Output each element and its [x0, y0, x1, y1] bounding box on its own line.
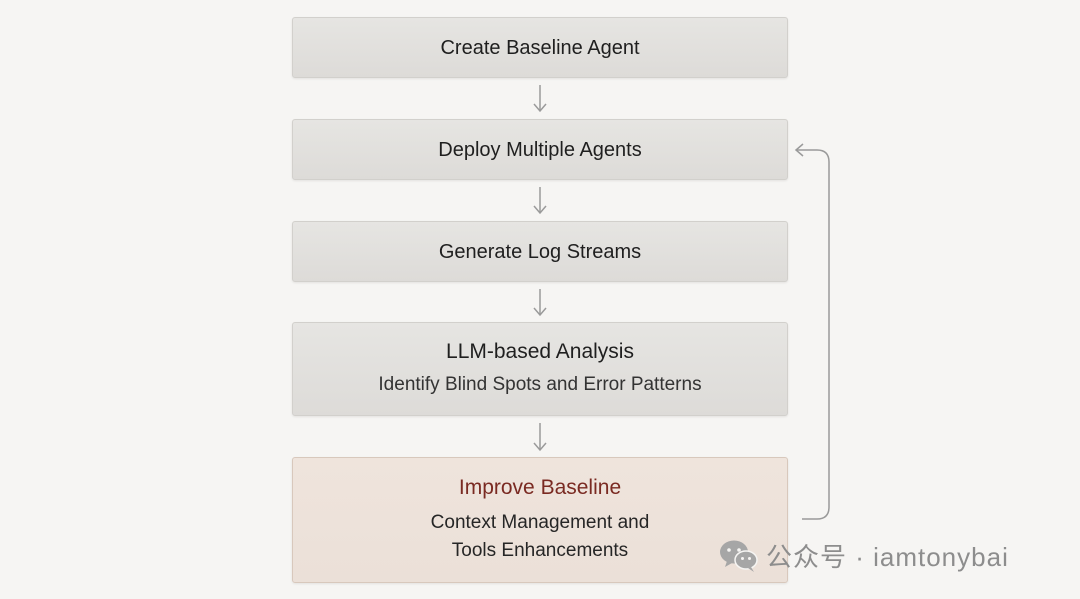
step-deploy-multiple-agents: Deploy Multiple Agents [292, 119, 788, 180]
arrow-deploy-to-generate [533, 187, 547, 215]
step-label: Improve Baseline [458, 476, 622, 499]
step-create-baseline-agent: Create Baseline Agent [292, 17, 788, 78]
arrow-create-to-deploy [533, 85, 547, 113]
step-improve-baseline: Improve Baseline Context Management and … [292, 457, 788, 583]
step-sublabel: Identify Blind Spots and Error Patterns [378, 374, 702, 395]
feedback-loop-arrow [794, 143, 830, 520]
watermark-text: 公众号 · iamtonybai [766, 541, 1009, 572]
step-label: LLM-based Analysis [446, 340, 634, 363]
step-label: Generate Log Streams [438, 240, 642, 263]
arrow-generate-to-llm [533, 289, 547, 317]
step-label: Deploy Multiple Agents [438, 138, 642, 161]
step-sublabel-line-2: Tools Enhancements [451, 540, 629, 561]
step-generate-log-streams: Generate Log Streams [292, 221, 788, 282]
watermark: 公众号 · iamtonybai [718, 537, 1009, 573]
step-label: Create Baseline Agent [440, 36, 640, 59]
wechat-icon [720, 540, 758, 572]
step-sublabel-line-1: Context Management and [430, 512, 650, 533]
step-llm-based-analysis: LLM-based Analysis Identify Blind Spots … [292, 322, 788, 416]
arrow-llm-to-improve [533, 423, 547, 452]
